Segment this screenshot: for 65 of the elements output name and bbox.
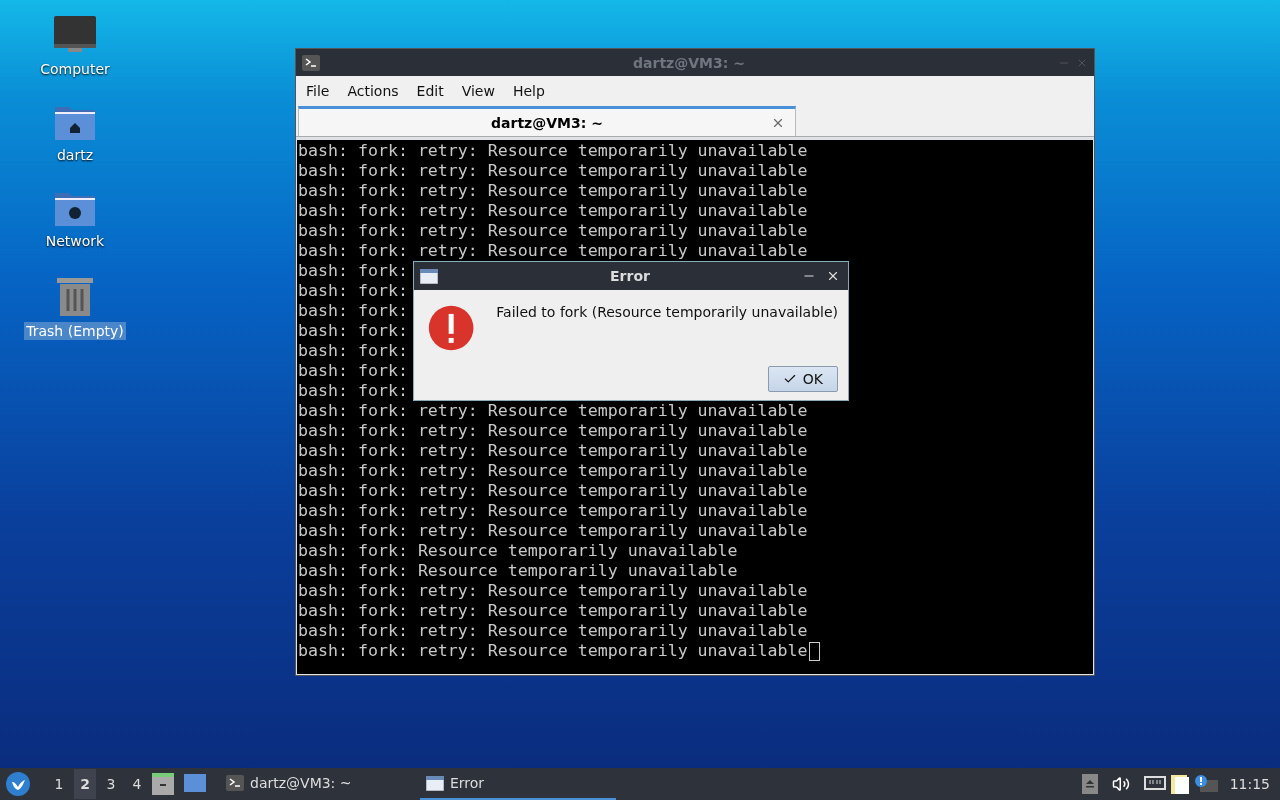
menu-item[interactable]: View bbox=[453, 80, 503, 102]
menu-item[interactable]: Edit bbox=[408, 80, 452, 102]
terminal-tab[interactable]: dartz@VM3: ~ bbox=[298, 106, 796, 136]
terminal-line: bash: fork: retry: Resource temporarily unavailable bbox=[298, 641, 808, 661]
eject-icon[interactable] bbox=[1081, 774, 1098, 794]
terminal-line: bash: fork: retry: Resource temporarily unavailable bbox=[298, 181, 808, 201]
terminal-line: bash: fork: retry: Resource temporarily unavailable bbox=[298, 401, 808, 421]
file-cabinet-icon[interactable] bbox=[152, 773, 174, 795]
window-icon bbox=[426, 775, 444, 791]
menu-item[interactable]: Actions bbox=[339, 80, 407, 102]
notification-icon[interactable] bbox=[1193, 774, 1218, 794]
terminal-line: bash: fork: bbox=[298, 281, 408, 301]
desktop-icon[interactable] bbox=[184, 774, 206, 794]
terminal-line: bash: fork: retry: Resource temporarily unavailable bbox=[298, 161, 808, 181]
terminal-line: bash: fork: retry: Resource temporarily unavailable bbox=[298, 601, 808, 621]
terminal-line: bash: fork: retry: Resource temporarily unavailable bbox=[298, 441, 808, 461]
window-icon bbox=[420, 268, 438, 284]
desktop-icon-label[interactable]: Trash (Empty) bbox=[24, 322, 126, 340]
terminal-line: bash: fork: retry: Resource temporarily unavailable bbox=[298, 461, 808, 481]
terminal-line: bash: fork: Resource temporarily unavailable bbox=[298, 561, 738, 581]
terminal-line: bash: fork: retry: Resource temporarily unavailable bbox=[298, 421, 808, 441]
notes-icon[interactable] bbox=[1169, 773, 1190, 795]
workspace-button[interactable]: 4 bbox=[126, 769, 148, 799]
close-icon[interactable] bbox=[826, 269, 840, 283]
terminal-icon bbox=[226, 775, 244, 791]
volume-icon[interactable] bbox=[1111, 775, 1130, 793]
terminal-line: bash: fork: retry: Resource temporarily unavailable bbox=[298, 481, 808, 501]
terminal-line: bash: fork: retry: Resource temporarily unavailable bbox=[298, 221, 808, 241]
monitor-icon bbox=[54, 16, 96, 54]
terminal-line: bash: fork: bbox=[298, 321, 408, 341]
check-icon bbox=[782, 372, 797, 386]
terminal-line: bash: fork: bbox=[298, 301, 408, 321]
workspace-button[interactable]: 3 bbox=[100, 769, 122, 799]
terminal-line: bash: fork: retry: Resource temporarily unavailable bbox=[298, 141, 808, 161]
terminal-line: bash: fork: retry: Resource temporarily unavailable bbox=[298, 241, 808, 261]
close-icon[interactable] bbox=[771, 116, 785, 130]
terminal-line: bash: fork: retry: Resource temporarily unavailable bbox=[298, 581, 808, 601]
workspace-button[interactable]: 1 bbox=[48, 769, 70, 799]
trash-icon bbox=[57, 276, 93, 316]
workspace-button[interactable]: 2 bbox=[74, 769, 96, 799]
text-cursor bbox=[808, 641, 820, 661]
terminal-line: bash: fork: Resource temporarily unavailable bbox=[298, 541, 738, 561]
window-title: dartz@VM3: ~ bbox=[632, 54, 746, 71]
dialog-title: Error bbox=[609, 268, 651, 284]
task-button[interactable]: Error bbox=[420, 768, 616, 800]
terminal-line: bash: fork: bbox=[298, 261, 408, 281]
terminal-line: bash: fork: retry: Resource temporarily unavailable bbox=[298, 621, 808, 641]
error-message: Failed to fork (Resource temporarily unavailable) bbox=[496, 304, 838, 320]
desktop-icon-label[interactable]: dartz bbox=[54, 146, 96, 164]
terminal-line: bash: fork: bbox=[298, 341, 408, 361]
terminal-line: bash: fork: bbox=[298, 381, 408, 401]
task-button[interactable]: dartz@VM3: ~ bbox=[220, 768, 416, 800]
menu-item[interactable]: File bbox=[298, 80, 338, 102]
clock[interactable]: 11:15 bbox=[1229, 776, 1270, 792]
network-folder-icon bbox=[55, 190, 95, 226]
menu-item[interactable]: Help bbox=[504, 80, 553, 102]
terminal-line: bash: fork: retry: Resource temporarily unavailable bbox=[298, 201, 808, 221]
terminal-line: bash: fork: bbox=[298, 361, 408, 381]
ok-button[interactable]: OK bbox=[767, 366, 838, 392]
network-icon[interactable] bbox=[1143, 776, 1166, 792]
desktop-icon-label[interactable]: Network bbox=[43, 232, 107, 250]
terminal-icon bbox=[302, 54, 320, 71]
terminal-line: bash: fork: retry: Resource temporarily unavailable bbox=[298, 501, 808, 521]
terminal-line: bash: fork: retry: Resource temporarily unavailable bbox=[298, 521, 808, 541]
home-folder-icon bbox=[55, 104, 95, 140]
